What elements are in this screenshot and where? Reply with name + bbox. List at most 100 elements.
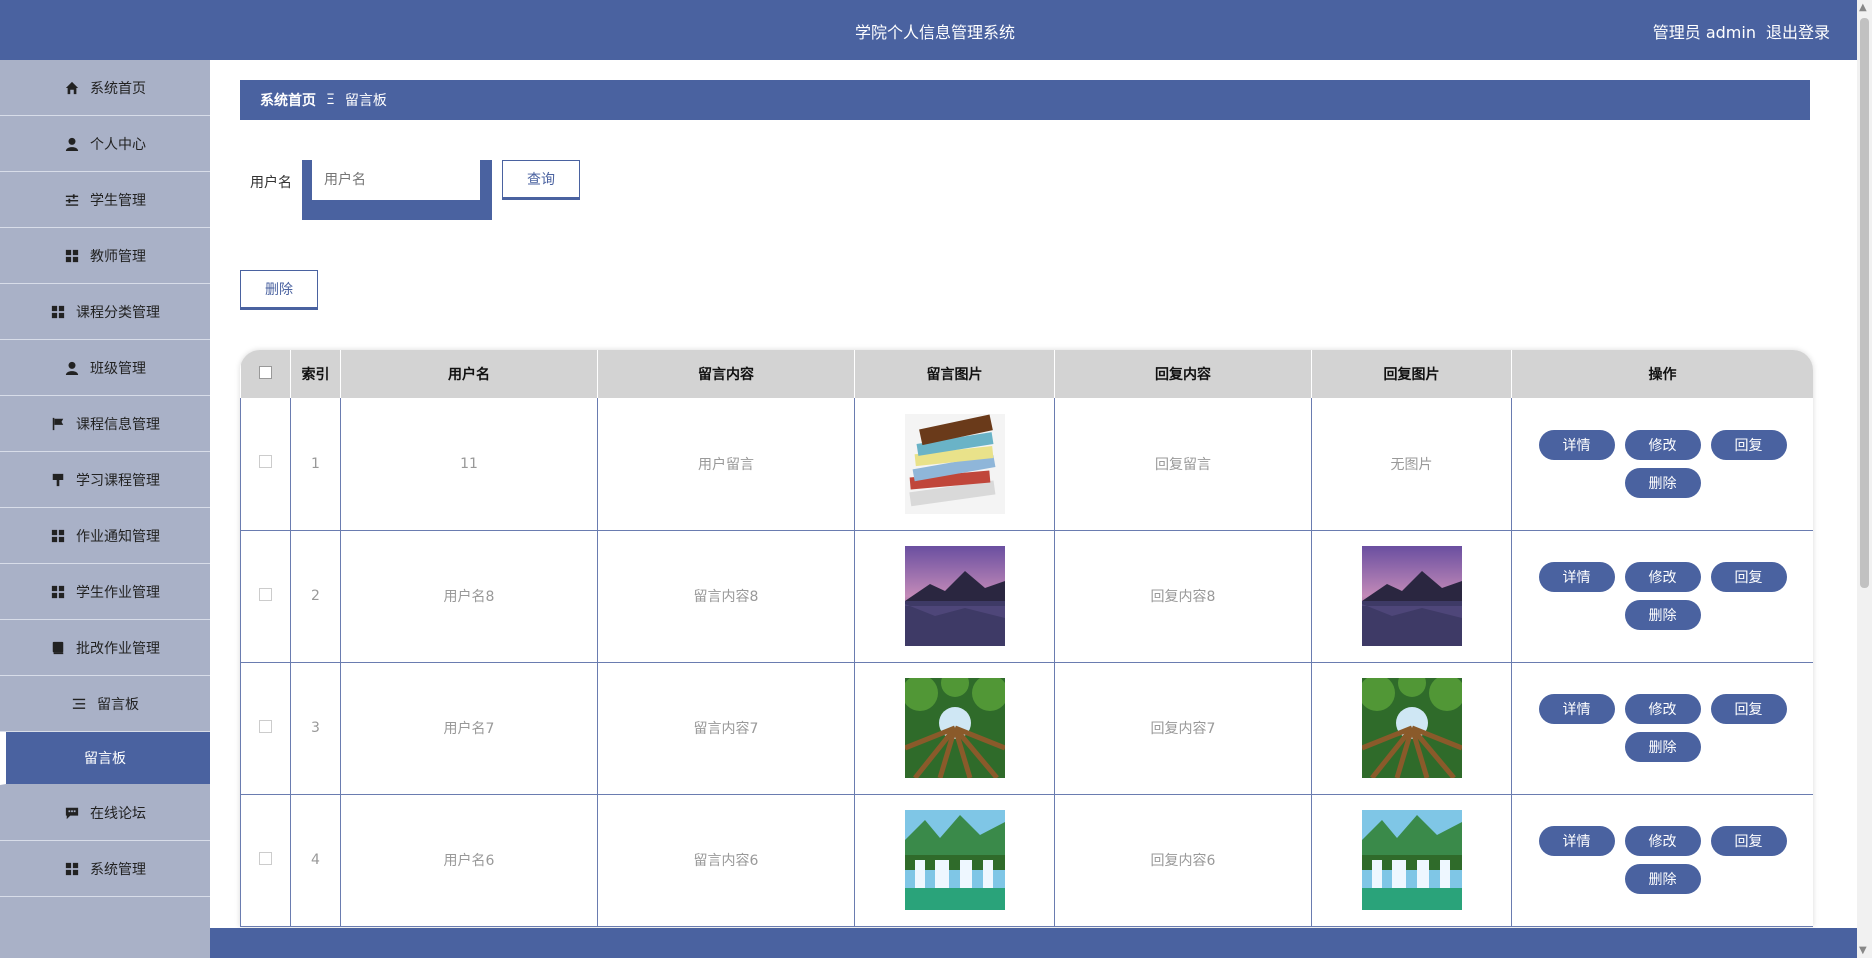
- sidebar-item-label: 学习课程管理: [76, 472, 160, 489]
- edit-button[interactable]: 修改: [1624, 562, 1701, 592]
- table-row: 1 11 用户留言 回复留言 无图片 详情 修改 回复 删除: [240, 398, 1813, 531]
- search-button[interactable]: 查询: [502, 160, 580, 200]
- top-bar: 学院个人信息管理系统 管理员 admin 退出登录: [0, 0, 1857, 60]
- delete-button[interactable]: 删除: [1624, 467, 1701, 498]
- search-bar: 用户名 查询: [240, 160, 580, 220]
- scroll-down-icon[interactable]: ▼: [1859, 945, 1867, 956]
- logout-link[interactable]: 退出登录: [1766, 19, 1830, 43]
- row-checkbox[interactable]: [259, 719, 272, 733]
- breadcrumb-home[interactable]: 系统首页: [260, 90, 316, 110]
- row-content: 用户留言: [698, 456, 754, 473]
- row-select: [240, 398, 291, 531]
- delete-button[interactable]: 删除: [1624, 600, 1701, 630]
- reply-image[interactable]: [1361, 678, 1462, 778]
- table-row: 2 用户名8 留言内容8 回复内容8 详情 修改 回复 删除: [240, 530, 1813, 663]
- person-icon: [64, 360, 80, 376]
- grid-icon: [50, 304, 66, 320]
- sidebar-item-label: 个人中心: [90, 136, 146, 153]
- message-image[interactable]: [904, 678, 1005, 778]
- sidebar-item-label: 教师管理: [90, 248, 146, 265]
- row-reply: 回复内容6: [1150, 853, 1216, 869]
- cell-actions: 详情 修改 回复 删除: [1511, 662, 1813, 795]
- grid-icon: [50, 528, 66, 544]
- breadcrumb: 系统首页 Ξ 留言板: [240, 80, 1810, 120]
- delete-button[interactable]: 删除: [1624, 732, 1701, 762]
- flag-icon: [50, 416, 66, 432]
- select-all-checkbox[interactable]: [258, 365, 272, 379]
- home-icon: [64, 80, 80, 96]
- row-username: 用户名6: [443, 853, 495, 869]
- sidebar-item-9[interactable]: 学生作业管理: [0, 564, 210, 620]
- delete-selected-button[interactable]: 删除: [240, 270, 318, 310]
- col-reply-image: 回复图片: [1311, 350, 1512, 398]
- cell-actions: 详情 修改 回复 删除: [1511, 530, 1813, 663]
- cell-username: 用户名8: [340, 530, 598, 663]
- detail-button[interactable]: 详情: [1538, 694, 1615, 724]
- app-title: 学院个人信息管理系统: [854, 23, 1015, 42]
- sidebar-item-label: 批改作业管理: [76, 640, 160, 657]
- sidebar-item-4[interactable]: 课程分类管理: [0, 284, 210, 340]
- sidebar-item-0[interactable]: 系统首页: [0, 60, 210, 116]
- cell-content: 留言内容7: [597, 662, 855, 795]
- search-input[interactable]: [312, 160, 480, 200]
- detail-button[interactable]: 详情: [1538, 562, 1615, 592]
- sidebar-item-10[interactable]: 批改作业管理: [0, 620, 210, 676]
- sidebar-item-3[interactable]: 教师管理: [0, 228, 210, 284]
- table-row: 3 用户名7 留言内容7 回复内容7 详情 修改 回复 删除: [240, 662, 1813, 795]
- sidebar-item-8[interactable]: 作业通知管理: [0, 508, 210, 564]
- reply-button[interactable]: 回复: [1710, 826, 1787, 856]
- scrollbar[interactable]: ▲ ▼: [1857, 0, 1872, 958]
- sidebar-item-11[interactable]: 留言板: [0, 676, 210, 732]
- grid-icon: [50, 584, 66, 600]
- cell-reply: 回复内容6: [1054, 794, 1312, 927]
- cell-index: 3: [290, 662, 341, 795]
- sidebar-item-7[interactable]: 学习课程管理: [0, 452, 210, 508]
- sidebar-subitem-message-board[interactable]: 留言板: [0, 732, 210, 785]
- reply-button[interactable]: 回复: [1710, 562, 1787, 592]
- row-checkbox[interactable]: [259, 851, 272, 865]
- sidebar-item-5[interactable]: 班级管理: [0, 340, 210, 396]
- sidebar-item-extra-1[interactable]: 系统管理: [0, 841, 210, 897]
- grid-icon: [64, 248, 80, 264]
- message-image[interactable]: [904, 413, 1005, 514]
- sidebar-item-label: 在线论坛: [90, 805, 146, 822]
- sidebar-item-label: 课程分类管理: [76, 304, 160, 321]
- col-username: 用户名: [340, 350, 598, 398]
- row-content: 留言内容7: [693, 721, 759, 737]
- sidebar-item-1[interactable]: 个人中心: [0, 116, 210, 172]
- sidebar-item-6[interactable]: 课程信息管理: [0, 396, 210, 452]
- reply-image[interactable]: [1361, 810, 1462, 910]
- edit-button[interactable]: 修改: [1624, 694, 1701, 724]
- cell-reply: 回复内容8: [1054, 530, 1312, 663]
- scroll-up-icon[interactable]: ▲: [1859, 2, 1867, 13]
- message-image[interactable]: [904, 810, 1005, 910]
- cell-reply-image: [1311, 662, 1512, 795]
- bottom-strip: [210, 928, 1857, 958]
- sidebar-item-2[interactable]: 学生管理: [0, 172, 210, 228]
- sidebar-item-label: 系统首页: [90, 80, 146, 97]
- cell-index: 4: [290, 794, 341, 927]
- edit-button[interactable]: 修改: [1624, 429, 1701, 460]
- row-index: 2: [311, 588, 320, 604]
- row-checkbox[interactable]: [259, 455, 272, 469]
- cell-image: [854, 398, 1055, 531]
- reply-button[interactable]: 回复: [1710, 694, 1787, 724]
- sidebar-item-extra-0[interactable]: 在线论坛: [0, 785, 210, 841]
- col-content: 留言内容: [597, 350, 855, 398]
- reply-image[interactable]: [1361, 546, 1462, 646]
- scrollbar-thumb[interactable]: [1860, 18, 1869, 588]
- grid-icon: [64, 861, 80, 877]
- edit-button[interactable]: 修改: [1624, 826, 1701, 856]
- breadcrumb-separator-icon: Ξ: [326, 92, 335, 108]
- message-image[interactable]: [904, 546, 1005, 646]
- detail-button[interactable]: 详情: [1538, 429, 1615, 460]
- row-content: 留言内容6: [693, 853, 759, 869]
- reply-button[interactable]: 回复: [1710, 429, 1787, 460]
- row-username: 11: [460, 455, 478, 472]
- cell-reply-image: [1311, 530, 1512, 663]
- sidebar-item-label: 学生管理: [90, 192, 146, 209]
- detail-button[interactable]: 详情: [1538, 826, 1615, 856]
- table-row: 4 用户名6 留言内容6 回复内容6 详情 修改 回复 删除: [240, 794, 1813, 927]
- row-checkbox[interactable]: [259, 587, 272, 601]
- delete-button[interactable]: 删除: [1624, 864, 1701, 894]
